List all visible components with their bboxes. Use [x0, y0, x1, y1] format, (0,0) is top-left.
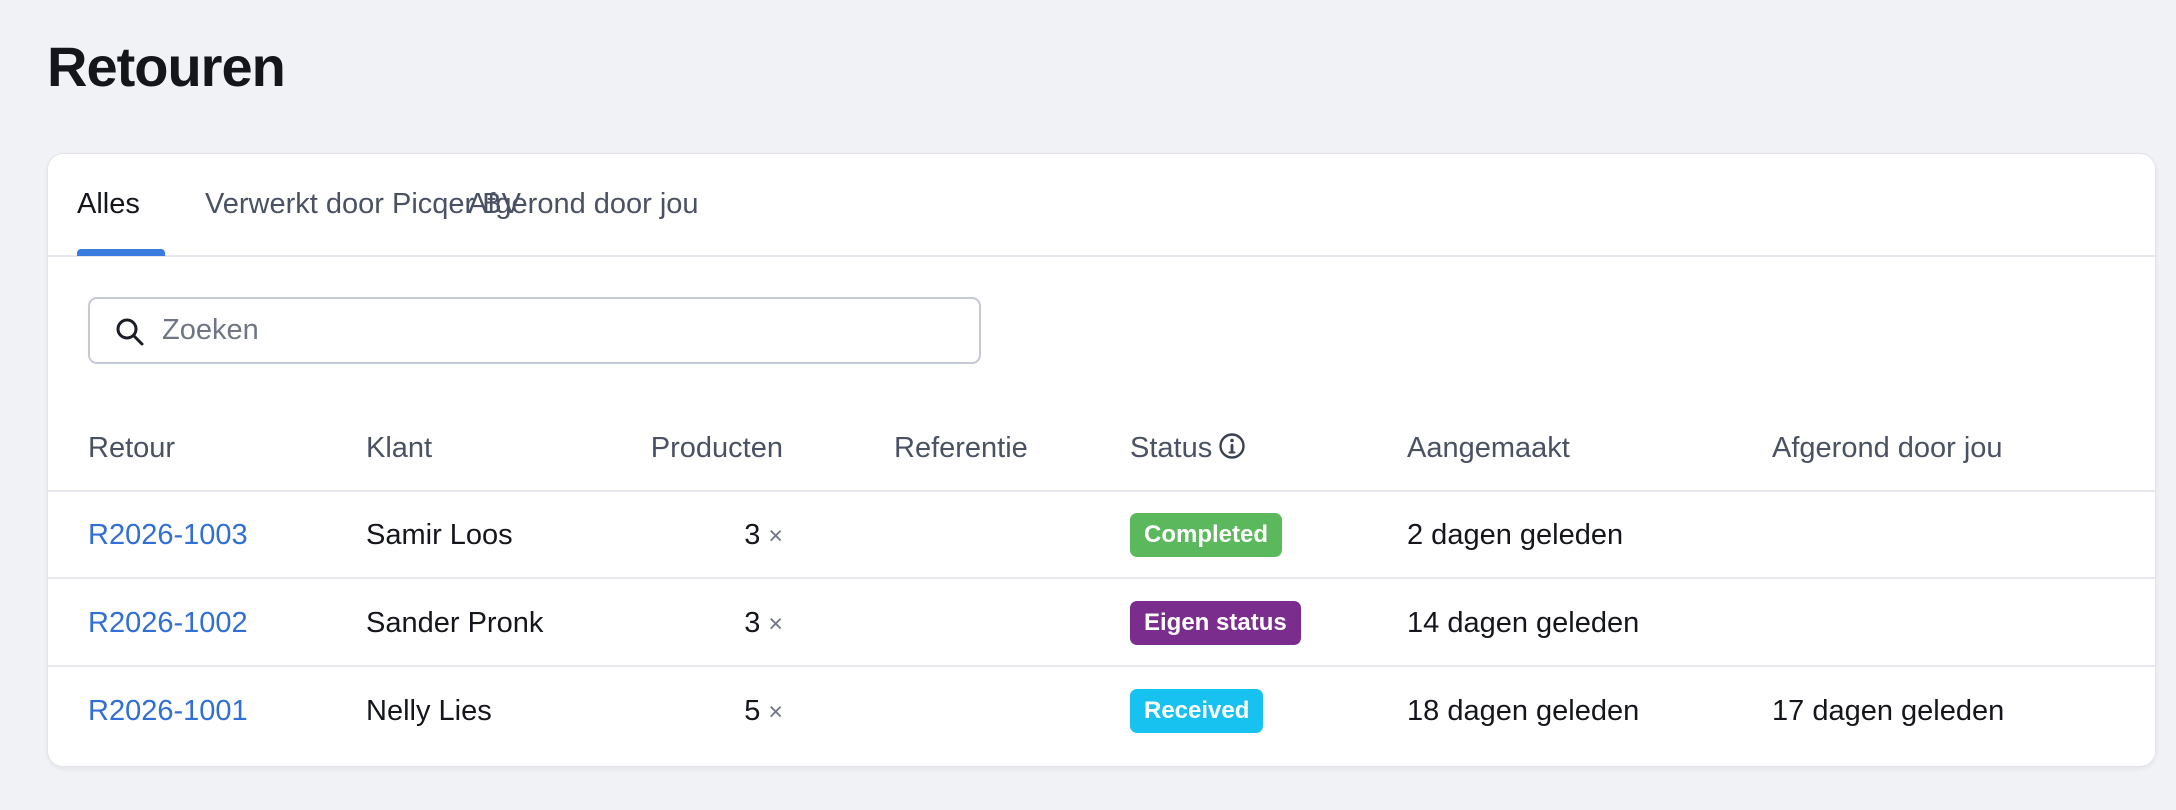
- tab-alles[interactable]: Alles: [77, 188, 140, 221]
- times-sign: ×: [768, 698, 783, 726]
- column-header-retour[interactable]: Retour: [88, 432, 175, 465]
- customer-name: Nelly Lies: [366, 695, 492, 727]
- column-header-referentie[interactable]: Referentie: [894, 432, 1028, 465]
- times-sign: ×: [768, 522, 783, 550]
- row-divider: [48, 577, 2155, 579]
- product-count: 3: [744, 519, 761, 551]
- row-divider: [48, 665, 2155, 667]
- completed-date: 17 dagen geleden: [1772, 695, 2005, 727]
- status-badge[interactable]: Received: [1130, 689, 1264, 733]
- status-badge[interactable]: Completed: [1130, 513, 1283, 557]
- search-icon: [116, 318, 144, 346]
- product-quantity: 5 ×: [633, 695, 783, 728]
- active-tab-indicator: [77, 249, 165, 256]
- created-date: 18 dagen geleden: [1407, 695, 1640, 727]
- tab-afgerond-door-jou[interactable]: Afgerond door jou: [468, 188, 699, 221]
- times-sign: ×: [768, 610, 783, 638]
- product-count: 5: [744, 695, 761, 727]
- column-header-afgerond[interactable]: Afgerond door jou: [1772, 432, 2003, 465]
- column-header-klant[interactable]: Klant: [366, 432, 432, 465]
- search-input[interactable]: [162, 307, 962, 354]
- tab-bar: Alles Verwerkt door Picqer BV Afgerond d…: [48, 154, 2155, 257]
- product-quantity: 3 ×: [633, 519, 783, 552]
- return-number-link[interactable]: R2026-1003: [88, 519, 248, 552]
- customer-name: Samir Loos: [366, 519, 513, 551]
- product-quantity: 3 ×: [633, 607, 783, 640]
- product-count: 3: [744, 607, 761, 639]
- column-header-aangemaakt[interactable]: Aangemaakt: [1407, 432, 1570, 465]
- search-box[interactable]: [88, 297, 981, 364]
- returns-card: Alles Verwerkt door Picqer BV Afgerond d…: [47, 153, 2156, 767]
- customer-name: Sander Pronk: [366, 607, 544, 639]
- column-header-producten[interactable]: Producten: [608, 432, 783, 465]
- page-title: Retouren: [47, 35, 286, 98]
- column-header-status[interactable]: Status: [1130, 432, 1246, 465]
- return-number-link[interactable]: R2026-1001: [88, 695, 248, 728]
- table-header-divider: [48, 490, 2155, 492]
- return-number-link[interactable]: R2026-1002: [88, 607, 248, 640]
- created-date: 14 dagen geleden: [1407, 607, 1640, 639]
- info-icon[interactable]: [1218, 432, 1246, 460]
- status-badge[interactable]: Eigen status: [1130, 601, 1301, 645]
- created-date: 2 dagen geleden: [1407, 519, 1624, 551]
- column-header-status-label: Status: [1130, 432, 1213, 464]
